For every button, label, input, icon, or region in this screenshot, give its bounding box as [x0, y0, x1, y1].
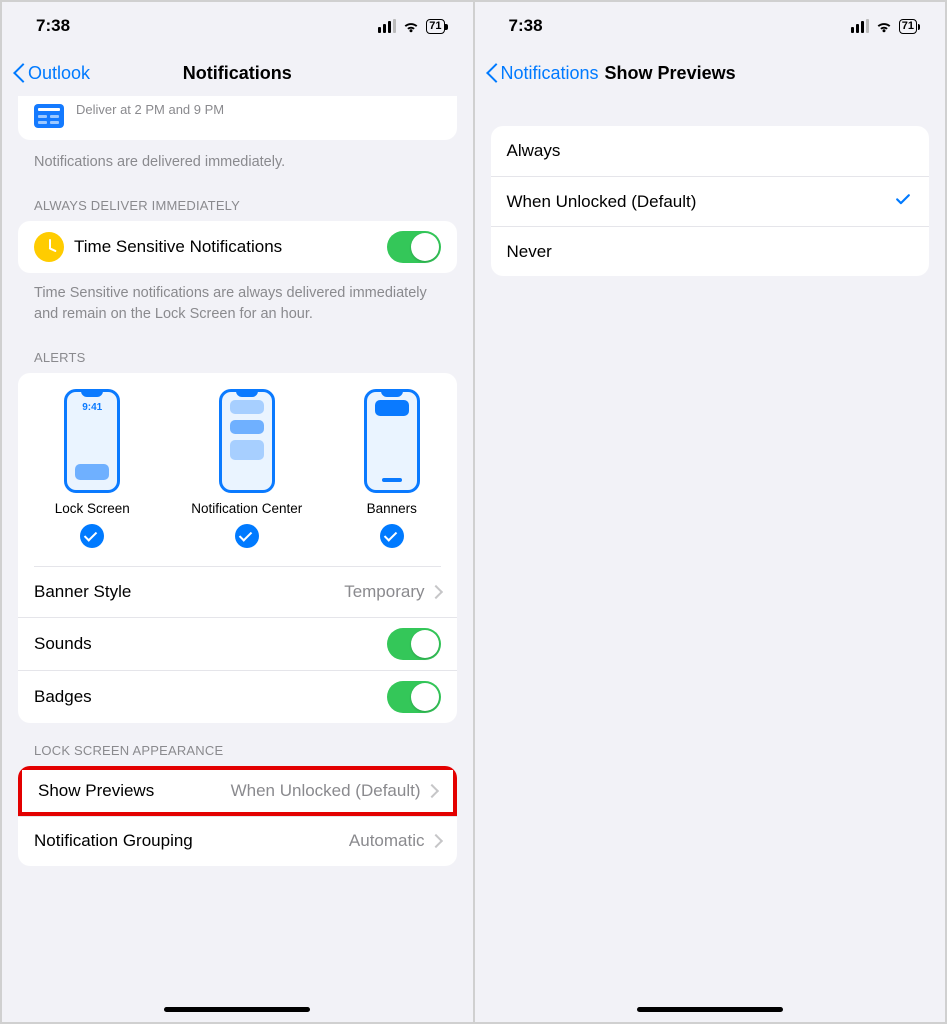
back-label: Notifications: [501, 63, 599, 84]
deliver-subtext: Deliver at 2 PM and 9 PM: [76, 102, 224, 117]
checkmark-icon: [380, 524, 404, 548]
lock-screen-icon: 9:41: [64, 389, 120, 493]
option-never[interactable]: Never: [491, 226, 930, 276]
banner-style-value: Temporary: [344, 582, 424, 602]
checkmark-icon: [80, 524, 104, 548]
banners-icon: [364, 389, 420, 493]
chevron-right-icon: [428, 585, 442, 599]
banner-style-label: Banner Style: [34, 582, 344, 602]
show-previews-options: Always When Unlocked (Default) Never: [491, 126, 930, 276]
show-previews-value: When Unlocked (Default): [231, 781, 421, 801]
nav-header: Notifications Show Previews: [475, 50, 946, 96]
checkmark-icon: [235, 524, 259, 548]
status-indicators: 71: [378, 19, 444, 34]
scheduled-summary-icon: [34, 104, 64, 128]
screenshot-left: 7:38 71 Outlook Notifications Deliver at…: [2, 2, 473, 1022]
alerts-group: 9:41 Lock Screen Notification Center: [18, 373, 457, 723]
page-title: Show Previews: [605, 63, 736, 84]
status-indicators: 71: [851, 19, 917, 34]
banner-style-row[interactable]: Banner Style Temporary: [18, 567, 457, 617]
time-sensitive-toggle[interactable]: [387, 231, 441, 263]
status-bar: 7:38 71: [475, 2, 946, 50]
sounds-row[interactable]: Sounds: [18, 617, 457, 670]
battery-icon: 71: [899, 19, 917, 34]
wifi-icon: [875, 19, 893, 33]
alert-opt-label: Notification Center: [191, 501, 302, 516]
status-time: 7:38: [36, 16, 70, 36]
chevron-right-icon: [424, 784, 438, 798]
screenshot-right: 7:38 71 Notifications Show Previews Alwa…: [473, 2, 946, 1022]
alert-opt-label: Banners: [364, 501, 420, 516]
grouping-value: Automatic: [349, 831, 425, 851]
chevron-right-icon: [428, 834, 442, 848]
section-always-deliver: ALWAYS DELIVER IMMEDIATELY: [2, 178, 473, 221]
alert-style-picker: 9:41 Lock Screen Notification Center: [18, 373, 457, 560]
notification-center-icon: [219, 389, 275, 493]
chevron-left-icon: [12, 62, 26, 84]
nav-header: Outlook Notifications: [2, 50, 473, 96]
show-previews-row[interactable]: Show Previews When Unlocked (Default): [18, 766, 457, 816]
option-always[interactable]: Always: [491, 126, 930, 176]
alert-opt-notification-center[interactable]: Notification Center: [191, 389, 302, 548]
home-indicator[interactable]: [164, 1007, 310, 1012]
clock-icon: [34, 232, 64, 262]
cellular-icon: [378, 19, 396, 33]
status-time: 7:38: [509, 16, 543, 36]
section-alerts: ALERTS: [2, 330, 473, 373]
grouping-label: Notification Grouping: [34, 831, 349, 851]
delivered-note: Notifications are delivered immediately.: [2, 148, 473, 178]
back-button[interactable]: Notifications: [485, 62, 599, 84]
badges-row[interactable]: Badges: [18, 670, 457, 723]
option-label: When Unlocked (Default): [507, 192, 894, 212]
notification-grouping-row[interactable]: Notification Grouping Automatic: [18, 816, 457, 866]
scheduled-delivery-card[interactable]: Deliver at 2 PM and 9 PM: [18, 96, 457, 140]
badges-label: Badges: [34, 687, 387, 707]
alert-opt-label: Lock Screen: [55, 501, 130, 516]
option-label: Never: [507, 242, 914, 262]
time-sensitive-label: Time Sensitive Notifications: [74, 237, 387, 257]
home-indicator[interactable]: [637, 1007, 783, 1012]
lock-screen-group: Show Previews When Unlocked (Default) No…: [18, 766, 457, 866]
back-button[interactable]: Outlook: [12, 50, 90, 96]
back-label: Outlook: [28, 63, 90, 84]
cellular-icon: [851, 19, 869, 33]
show-previews-label: Show Previews: [38, 781, 231, 801]
option-when-unlocked[interactable]: When Unlocked (Default): [491, 176, 930, 226]
time-sensitive-note: Time Sensitive notifications are always …: [2, 273, 473, 330]
status-bar: 7:38 71: [2, 2, 473, 50]
badges-toggle[interactable]: [387, 681, 441, 713]
page-title: Notifications: [183, 63, 292, 84]
option-label: Always: [507, 141, 914, 161]
sounds-label: Sounds: [34, 634, 387, 654]
alert-opt-banners[interactable]: Banners: [364, 389, 420, 548]
battery-icon: 71: [426, 19, 444, 34]
checkmark-icon: [893, 189, 913, 215]
wifi-icon: [402, 19, 420, 33]
time-sensitive-group: Time Sensitive Notifications: [18, 221, 457, 273]
sounds-toggle[interactable]: [387, 628, 441, 660]
section-lock-screen-appearance: LOCK SCREEN APPEARANCE: [2, 723, 473, 766]
alert-opt-lock-screen[interactable]: 9:41 Lock Screen: [55, 389, 130, 548]
time-sensitive-row[interactable]: Time Sensitive Notifications: [18, 221, 457, 273]
chevron-left-icon: [485, 62, 499, 84]
